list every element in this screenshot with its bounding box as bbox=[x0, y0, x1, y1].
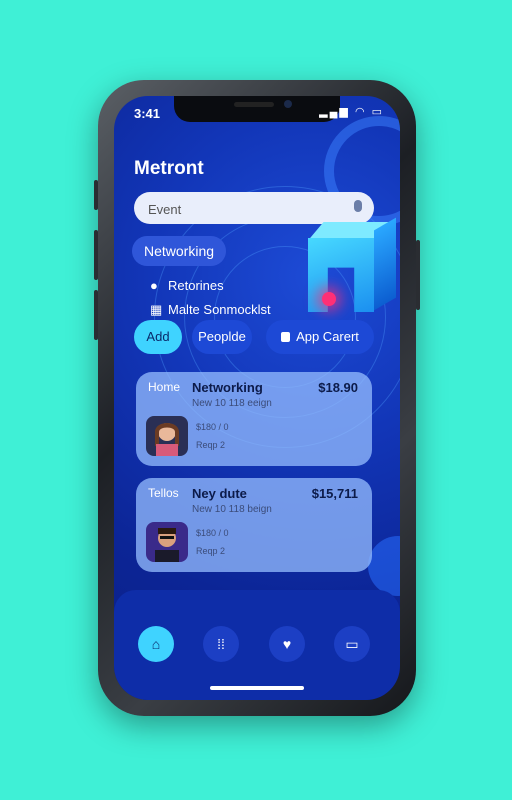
speaker-grill bbox=[234, 102, 274, 107]
location-pin-icon: ● bbox=[150, 278, 158, 293]
card-subtitle: New 10 118 beign bbox=[192, 504, 272, 515]
card-kind: Home bbox=[148, 380, 181, 394]
phone-screen: 3:41 ▂▄▆ ◠ ▭ Metront Networking ● Retorin… bbox=[114, 96, 400, 700]
app-cart-button[interactable]: App Carert bbox=[266, 320, 374, 354]
event-card[interactable]: Home Networking $18.90 New 10 118 eeign … bbox=[136, 372, 372, 466]
message-icon[interactable]: ▭ bbox=[334, 626, 370, 662]
calendar-row: ▦ Malte Sonmocklst bbox=[150, 302, 271, 318]
calendar-text: Malte Sonmocklst bbox=[168, 302, 271, 317]
volume-up-button bbox=[94, 230, 98, 280]
card-meta: $180 / 0 bbox=[196, 422, 229, 432]
calendar-icon: ▦ bbox=[150, 302, 163, 317]
add-button[interactable]: Add bbox=[134, 320, 182, 354]
app-title: Metront bbox=[134, 158, 204, 179]
cart-icon bbox=[281, 332, 291, 342]
mic-icon[interactable] bbox=[354, 200, 362, 212]
card-title: Ney dute bbox=[192, 486, 247, 501]
card-kind: Tellos bbox=[148, 486, 179, 500]
card-meta: $180 / 0 bbox=[196, 528, 229, 538]
notch bbox=[174, 96, 340, 122]
card-price: $18.90 bbox=[318, 380, 358, 395]
glow-dot bbox=[322, 292, 336, 306]
home-icon[interactable]: ⌂ bbox=[138, 626, 174, 662]
grid-icon[interactable]: ⁞⁞ bbox=[203, 626, 239, 662]
status-icons: ▂▄▆ ◠ ▭ bbox=[319, 106, 384, 118]
bottom-nav: ⌂ ⁞⁞ ♥ ▭ bbox=[114, 590, 400, 700]
card-meta: Reqp 2 bbox=[196, 546, 226, 556]
event-card[interactable]: Tellos Ney dute $15,711 New 10 118 beign… bbox=[136, 478, 372, 572]
card-subtitle: New 10 118 eeign bbox=[192, 398, 272, 409]
home-indicator[interactable] bbox=[210, 686, 304, 690]
location-row: ● Retorines bbox=[150, 278, 224, 293]
category-chip[interactable]: Networking bbox=[132, 236, 227, 266]
avatar bbox=[146, 416, 188, 456]
card-meta: Reqp 2 bbox=[196, 440, 226, 450]
location-text: Retorines bbox=[168, 278, 224, 293]
cube-illustration bbox=[304, 216, 400, 312]
status-time: 3:41 bbox=[134, 106, 161, 121]
phone-frame: 3:41 ▂▄▆ ◠ ▭ Metront Networking ● Retorin… bbox=[94, 80, 420, 716]
people-button[interactable]: Peoplde bbox=[192, 320, 252, 354]
mute-switch bbox=[94, 180, 98, 210]
volume-down-button bbox=[94, 290, 98, 340]
twitter-icon[interactable]: ♥ bbox=[269, 626, 305, 662]
card-price: $15,711 bbox=[311, 486, 358, 501]
front-camera bbox=[284, 100, 292, 108]
card-title: Networking bbox=[192, 380, 263, 395]
app-cart-label: App Carert bbox=[296, 329, 359, 344]
power-button bbox=[416, 240, 420, 310]
decorative-orb bbox=[368, 536, 400, 596]
avatar bbox=[146, 522, 188, 562]
